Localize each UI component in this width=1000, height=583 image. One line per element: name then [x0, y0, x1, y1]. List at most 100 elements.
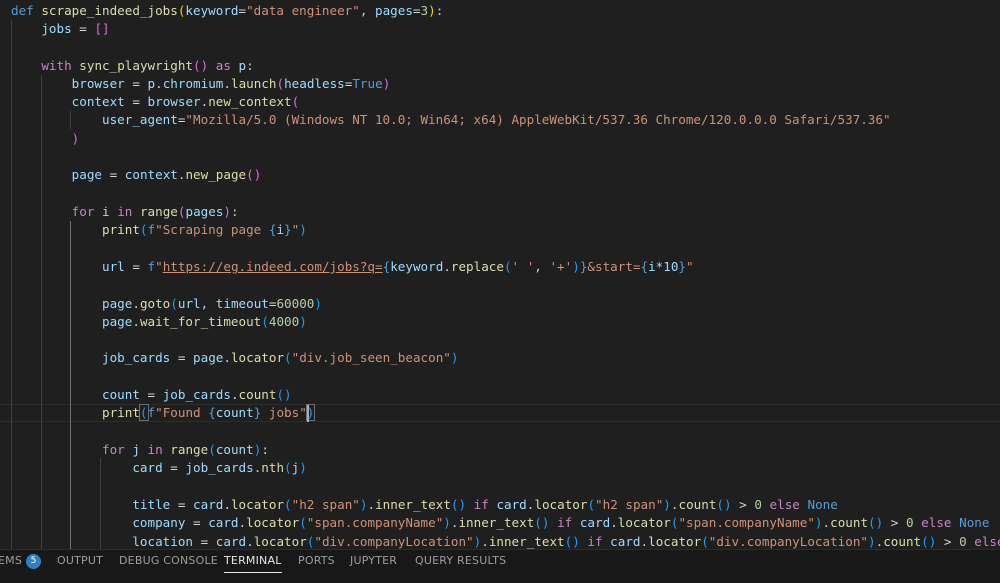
code-token: range — [139, 204, 178, 219]
code-token: "Mozilla/5.0 (Windows NT 10.0; Win64; x6… — [185, 112, 891, 127]
code-token: " — [686, 259, 694, 274]
code-token: wait_for_timeout — [139, 314, 262, 329]
tab-label: TERMINAL — [224, 554, 282, 567]
code-token: card — [579, 515, 611, 530]
code-token: inner_text — [458, 515, 535, 530]
code-token: for — [102, 442, 125, 457]
code-line: for j in range(count): — [102, 442, 269, 457]
code-token: page — [71, 167, 103, 182]
code-token: f — [147, 222, 156, 237]
code-token: launch — [230, 76, 277, 91]
code-token: else — [974, 534, 1000, 549]
code-token: i*10 — [648, 259, 679, 274]
tab-label: DEBUG CONSOLE — [119, 554, 218, 567]
code-token: for — [71, 204, 95, 219]
code-line: browser = p.chromium.launch(headless=Tru… — [71, 76, 391, 91]
code-token: range — [170, 442, 209, 457]
code-token: browser — [147, 94, 201, 109]
code-line: def scrape_indeed_jobs(keyword="data eng… — [11, 3, 444, 18]
code-line: ) — [71, 131, 80, 146]
code-token: locator — [230, 497, 285, 512]
code-token: "span.companyName" — [306, 515, 444, 530]
code-token: card — [208, 515, 239, 530]
code-token: inner_text — [375, 497, 451, 512]
code-token: page — [193, 350, 224, 365]
code-token: 0 — [905, 515, 914, 530]
code-token: "Scraping page — [155, 222, 269, 237]
code-token: as — [215, 58, 231, 73]
code-token: location — [132, 534, 193, 549]
code-line: user_agent="Mozilla/5.0 (Windows NT 10.0… — [102, 112, 891, 127]
code-token: sync_playwright — [79, 58, 194, 73]
code-token: count — [238, 387, 277, 402]
code-token: browser — [71, 76, 125, 91]
code-token: i — [276, 222, 285, 237]
tab-label: PORTS — [298, 554, 335, 567]
code-token: else — [921, 515, 952, 530]
tab-label: OUTPUT — [57, 554, 104, 567]
code-token: print — [102, 405, 140, 420]
tab-label: JUPYTER — [350, 554, 398, 567]
code-token: job_cards — [102, 350, 171, 365]
code-token: new_context — [208, 94, 292, 109]
code-token: "Found — [155, 405, 209, 420]
code-token: count — [883, 534, 922, 549]
code-token: pages — [185, 204, 224, 219]
code-token: scrape_indeed_jobs — [41, 3, 178, 18]
code-token: "h2 span" — [291, 497, 360, 512]
code-line: jobs = [] — [41, 21, 110, 36]
code-token: card — [496, 497, 527, 512]
code-line: with sync_playwright() as p: — [41, 58, 254, 73]
code-token: card — [132, 460, 163, 475]
code-token: locator — [253, 534, 307, 549]
code-line: page = context.new_page() — [71, 167, 262, 182]
code-line: count = job_cards.count() — [102, 387, 292, 402]
code-token: if — [587, 534, 603, 549]
code-token: context — [71, 94, 125, 109]
code-token: " — [155, 259, 163, 274]
code-token: context — [124, 167, 178, 182]
tab-label: QUERY RESULTS — [415, 554, 507, 567]
tab-output[interactable]: OUTPUT — [57, 550, 103, 583]
code-token: page — [102, 314, 133, 329]
code-token: locator — [648, 534, 702, 549]
code-token: keyword — [390, 259, 444, 274]
code-token: f — [147, 259, 156, 274]
code-token: new_page — [185, 167, 247, 182]
code-token: ' ' — [511, 259, 535, 274]
tab-debug-console[interactable]: DEBUG CONSOLE — [119, 550, 218, 583]
code-token: locator — [534, 497, 588, 512]
tab-problems[interactable]: EMS 5 — [0, 550, 42, 583]
code-line: print(f"Scraping page {i}") — [102, 222, 307, 237]
tab-query-results[interactable]: QUERY RESULTS — [415, 550, 506, 583]
code-line: url = f"https://eg.indeed.com/jobs?q={ke… — [102, 259, 694, 274]
code-token: '+' — [549, 259, 573, 274]
code-token: "div.companyLocation" — [708, 534, 869, 549]
code-token: title — [132, 497, 171, 512]
code-token: True — [352, 76, 383, 91]
code-token: else — [769, 497, 800, 512]
code-token: job_cards — [162, 387, 231, 402]
code-token: company — [132, 515, 186, 530]
problems-count-badge: 5 — [26, 554, 42, 569]
code-token: "h2 span" — [595, 497, 664, 512]
code-token: chromium — [162, 76, 224, 91]
code-token: 3 — [420, 3, 429, 18]
tab-terminal[interactable]: TERMINAL — [224, 550, 282, 583]
code-token: with — [41, 58, 72, 73]
panel-tab-bar: EMS 5 OUTPUT DEBUG CONSOLE TERMINAL PORTS… — [0, 549, 1000, 583]
tab-jupyter[interactable]: JUPYTER — [350, 550, 397, 583]
code-token: count — [102, 387, 140, 402]
code-token: url — [177, 296, 201, 311]
code-token: p — [147, 76, 156, 91]
tab-ports[interactable]: PORTS — [298, 550, 335, 583]
code-line: print(f"Found {count} jobs") — [102, 404, 316, 421]
code-token: job_cards — [185, 460, 254, 475]
code-line: context = browser.new_context( — [71, 94, 300, 109]
code-token: in — [147, 442, 163, 457]
code-token: 60000 — [276, 296, 315, 311]
code-token: print — [102, 222, 140, 237]
code-editor[interactable]: def scrape_indeed_jobs(keyword="data eng… — [0, 0, 1000, 549]
code-token: card — [193, 497, 224, 512]
code-token: card — [610, 534, 641, 549]
